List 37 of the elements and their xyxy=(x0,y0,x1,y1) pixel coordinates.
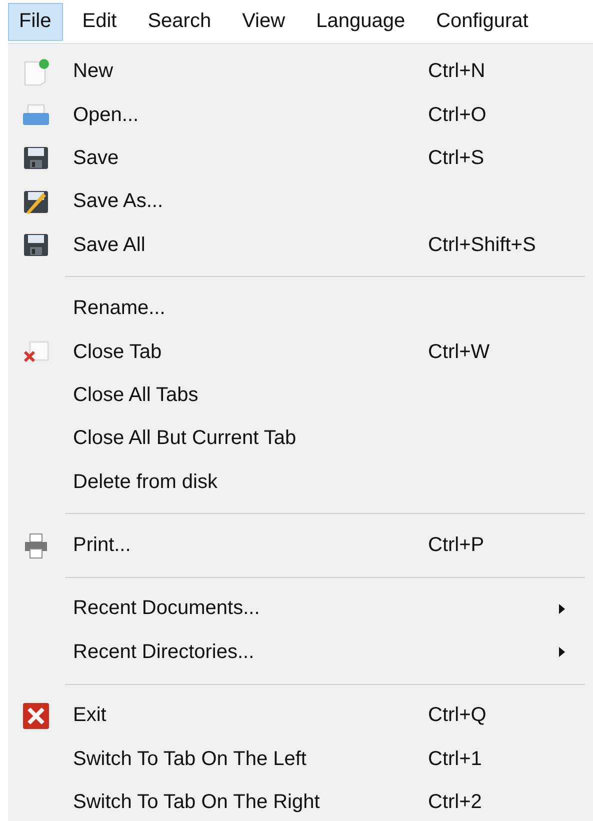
menu-bar-item[interactable]: Search xyxy=(136,2,224,40)
menu-bar-item[interactable]: File xyxy=(8,2,64,40)
menu-bar-item[interactable]: Edit xyxy=(71,2,129,40)
shortcut: Ctrl+Shift+S xyxy=(428,234,536,256)
menu-item[interactable]: Close All Tabs xyxy=(73,384,428,407)
shortcut: Ctrl+Q xyxy=(428,704,486,726)
menu-bar-item[interactable]: Language xyxy=(305,2,418,40)
floppy-pencil-icon xyxy=(22,188,48,215)
shortcut: Ctrl+2 xyxy=(428,791,482,814)
printer-icon xyxy=(24,532,48,559)
menu-item[interactable]: Recent Documents... xyxy=(73,597,428,620)
menu-item[interactable]: Delete from disk xyxy=(73,470,428,494)
new-file-icon xyxy=(22,58,50,86)
shortcut: Ctrl+1 xyxy=(428,748,482,770)
shortcut: Ctrl+S xyxy=(428,146,484,169)
menu-item[interactable]: Save All xyxy=(73,234,428,257)
menu-item[interactable]: Switch To Tab On The Right xyxy=(73,791,428,814)
menu-item[interactable]: Close Tab xyxy=(73,340,428,364)
shortcut: Ctrl+O xyxy=(428,104,486,126)
menu-item[interactable]: Exit xyxy=(73,704,428,728)
menu-item[interactable]: New xyxy=(73,60,428,84)
menu-item[interactable]: Save As... xyxy=(73,190,428,214)
menu-item[interactable]: Print... xyxy=(73,534,428,558)
menu-item[interactable]: Close All But Current Tab xyxy=(73,427,428,450)
exit-icon xyxy=(22,702,50,730)
menu-item[interactable]: Open... xyxy=(73,104,428,127)
shortcut: Ctrl+N xyxy=(428,60,486,82)
tray-icon xyxy=(22,104,50,126)
menu-bar-item[interactable]: Configurat xyxy=(425,2,540,40)
shortcut: Ctrl+P xyxy=(428,534,484,556)
menu-item[interactable]: Save xyxy=(73,146,428,170)
menu-item[interactable]: Rename... xyxy=(73,297,428,320)
menu-bar-item[interactable]: View xyxy=(231,2,298,40)
close-tab-icon xyxy=(22,340,50,364)
shortcut: Ctrl+W xyxy=(428,340,490,363)
menu-item[interactable]: Switch To Tab On The Left xyxy=(73,748,428,771)
menu-item[interactable]: Recent Directories... xyxy=(73,640,428,664)
